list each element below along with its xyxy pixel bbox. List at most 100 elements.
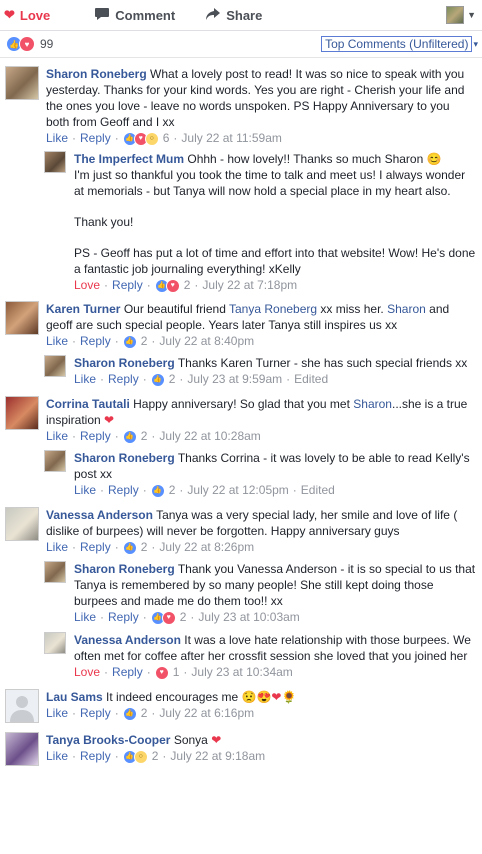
like-link[interactable]: Like <box>46 131 68 146</box>
love-link[interactable]: Love <box>74 665 100 680</box>
comment-reactions[interactable]: 👍 ♥ ○ <box>122 131 159 146</box>
avatar[interactable] <box>5 396 39 430</box>
avatar[interactable] <box>5 301 39 335</box>
commenter-name[interactable]: Lau Sams <box>46 690 103 704</box>
reply-link[interactable]: Reply <box>80 131 111 146</box>
avatar[interactable] <box>5 732 39 766</box>
commenter-name[interactable]: Sharon Roneberg <box>74 356 175 370</box>
reaction-count[interactable]: 2 <box>141 706 148 721</box>
commenter-name[interactable]: Sharon Roneberg <box>74 451 175 465</box>
reaction-count[interactable]: 6 <box>163 131 170 146</box>
reaction-count[interactable]: 99 <box>40 37 53 51</box>
reaction-icons[interactable]: 👍 ♥ <box>6 36 35 52</box>
reply-link[interactable]: Reply <box>112 278 143 293</box>
avatar[interactable] <box>44 450 66 472</box>
timestamp[interactable]: July 23 at 10:03am <box>198 610 299 625</box>
like-link[interactable]: Like <box>46 429 68 444</box>
comment-reactions[interactable]: 👍 <box>150 483 165 498</box>
like-link[interactable]: Like <box>46 749 68 764</box>
avatar[interactable] <box>44 355 66 377</box>
share-action[interactable]: Share <box>205 7 262 24</box>
timestamp[interactable]: July 22 at 12:05pm <box>187 483 288 498</box>
reply-link[interactable]: Reply <box>80 749 111 764</box>
comment-reactions[interactable]: ♥ <box>154 665 169 680</box>
like-link[interactable]: Like <box>74 483 96 498</box>
like-link[interactable]: Like <box>46 540 68 555</box>
timestamp[interactable]: July 22 at 10:28am <box>159 429 260 444</box>
reaction-count[interactable]: 2 <box>169 372 176 387</box>
like-reaction-icon: 👍 <box>122 540 137 555</box>
reaction-count[interactable]: 2 <box>141 429 148 444</box>
avatar[interactable] <box>5 507 39 541</box>
comment-sort-dropdown[interactable]: Top Comments (Unfiltered) <box>321 36 473 52</box>
commenter-name[interactable]: Vanessa Anderson <box>74 633 181 647</box>
reply-link[interactable]: Reply <box>80 706 111 721</box>
comment-reactions[interactable]: 👍 ♥ <box>150 610 176 625</box>
timestamp[interactable]: July 22 at 11:59am <box>181 131 282 146</box>
commenter-name[interactable]: Vanessa Anderson <box>46 508 153 522</box>
reply-link[interactable]: Reply <box>112 665 143 680</box>
reaction-count[interactable]: 2 <box>141 334 148 349</box>
mention-link[interactable]: Tanya Roneberg <box>229 302 317 316</box>
comment-reactions[interactable]: 👍 <box>122 334 137 349</box>
timestamp[interactable]: July 23 at 10:34am <box>191 665 292 680</box>
like-link[interactable]: Like <box>74 610 96 625</box>
comment-reactions[interactable]: 👍 <box>122 429 137 444</box>
reaction-count[interactable]: 2 <box>152 749 159 764</box>
like-link[interactable]: Like <box>46 706 68 721</box>
comment-reactions[interactable]: 👍 <box>122 540 137 555</box>
comment-meta: Love · Reply · ♥ 1 · July 23 at 10:34am <box>74 665 293 680</box>
timestamp[interactable]: July 22 at 9:18am <box>170 749 265 764</box>
reply-link[interactable]: Reply <box>80 429 111 444</box>
comment-meta: Like · Reply · 👍 ♥ 2 · July 23 at 10:03am <box>74 610 300 625</box>
reply-link[interactable]: Reply <box>108 610 139 625</box>
timestamp[interactable]: July 22 at 6:16pm <box>159 706 254 721</box>
reaction-count[interactable]: 2 <box>169 483 176 498</box>
comment-text: Thank you! <box>74 215 134 229</box>
commenter-name[interactable]: Sharon Roneberg <box>46 67 147 81</box>
edited-label[interactable]: Edited <box>301 483 335 498</box>
post-action-bar: ❤ Love Comment Share ▼ <box>0 0 482 31</box>
avatar[interactable] <box>5 66 39 100</box>
avatar[interactable] <box>44 632 66 654</box>
like-link[interactable]: Like <box>46 334 68 349</box>
commenter-name[interactable]: The Imperfect Mum <box>74 152 184 166</box>
reply-link[interactable]: Reply <box>80 540 111 555</box>
reaction-count[interactable]: 2 <box>184 278 191 293</box>
reply-link[interactable]: Reply <box>108 372 139 387</box>
comment-thread: Corrina Tautali Happy anniversary! So gl… <box>0 396 482 498</box>
commenter-name[interactable]: Karen Turner <box>46 302 120 316</box>
comment-reactions[interactable]: 👍 <box>150 372 165 387</box>
love-action[interactable]: ❤ Love <box>4 7 50 23</box>
comment-meta: Like · Reply · 👍 2 · July 22 at 6:16pm <box>46 706 255 721</box>
comment-reactions[interactable]: 👍 ♥ <box>154 278 180 293</box>
commenter-name[interactable]: Tanya Brooks-Cooper <box>46 733 170 747</box>
reply-link[interactable]: Reply <box>108 483 139 498</box>
avatar[interactable] <box>44 561 66 583</box>
reaction-count[interactable]: 2 <box>180 610 187 625</box>
like-link[interactable]: Like <box>74 372 96 387</box>
commenter-name[interactable]: Sharon Roneberg <box>74 562 175 576</box>
reply-comment: The Imperfect Mum Ohhh - how lovely!! Th… <box>0 151 482 293</box>
mention-link[interactable]: Sharon <box>353 397 392 411</box>
post-as-selector[interactable]: ▼ <box>446 6 476 24</box>
timestamp[interactable]: July 22 at 8:40pm <box>159 334 254 349</box>
love-reaction-icon: ♥ <box>154 665 169 680</box>
timestamp[interactable]: July 23 at 9:59am <box>187 372 282 387</box>
comment-reactions[interactable]: 👍 <box>122 706 137 721</box>
comment-meta: Like · Reply · 👍 2 · July 22 at 12:05pm · Ed… <box>74 483 335 498</box>
timestamp[interactable]: July 22 at 8:26pm <box>159 540 254 555</box>
commenter-name[interactable]: Corrina Tautali <box>46 397 130 411</box>
avatar[interactable] <box>5 689 39 723</box>
avatar[interactable] <box>44 151 66 173</box>
edited-label[interactable]: Edited <box>294 372 328 387</box>
reply-link[interactable]: Reply <box>80 334 111 349</box>
comment-action[interactable]: Comment <box>94 7 175 24</box>
timestamp[interactable]: July 22 at 7:18pm <box>202 278 297 293</box>
reaction-count[interactable]: 1 <box>173 665 180 680</box>
reaction-count[interactable]: 2 <box>141 540 148 555</box>
mention-link[interactable]: Sharon <box>387 302 426 316</box>
love-link[interactable]: Love <box>74 278 100 293</box>
like-reaction-icon: 👍 <box>122 706 137 721</box>
comment-reactions[interactable]: 👍 ○ <box>122 749 148 764</box>
